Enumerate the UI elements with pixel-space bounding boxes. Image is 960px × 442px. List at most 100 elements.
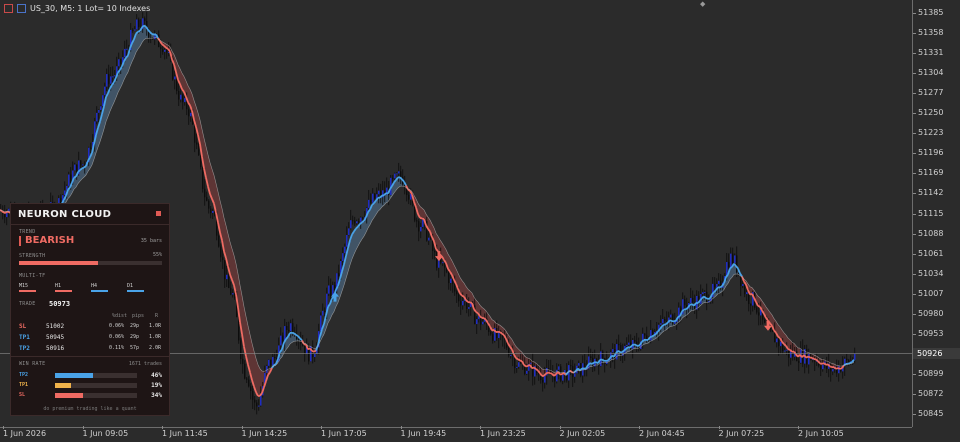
candle-body [64, 190, 66, 195]
candle-body [436, 252, 438, 267]
candle-body [370, 200, 372, 203]
cloud-line-segment [708, 298, 710, 299]
candle-body [228, 275, 230, 288]
candle-body [670, 315, 672, 318]
candle-body [272, 357, 274, 365]
candle-body [282, 336, 284, 343]
level-pips: 29p [130, 334, 139, 340]
trade-price: 50973 [49, 300, 70, 308]
cloud-line-segment [830, 366, 832, 367]
cloud-line-segment [520, 360, 522, 361]
win-rate-pct: 34% [151, 392, 162, 399]
time-axis[interactable]: 1 Jun 20261 Jun 09:051 Jun 11:451 Jun 14… [0, 427, 912, 442]
cloud-line-segment [462, 296, 464, 297]
time-tick: 2 Jun 10:05 [798, 429, 844, 438]
candle-body [120, 59, 122, 64]
cloud-line-segment [670, 320, 672, 321]
candle-body [222, 257, 224, 260]
candle-body [744, 284, 746, 294]
trades-count: 1671 trades [129, 361, 162, 367]
candle-body [416, 220, 418, 221]
current-price-label: 50926 [913, 348, 960, 359]
cloud-line-segment [476, 312, 478, 313]
candle-body [660, 323, 662, 325]
candle-body [704, 292, 706, 293]
candle-body [90, 148, 92, 149]
time-tick: 1 Jun 23:25 [480, 429, 526, 438]
level-price: 50945 [46, 334, 64, 341]
win-rate-pct: 19% [151, 382, 162, 389]
candle-body [210, 209, 212, 213]
candle-body [230, 288, 232, 295]
candle-body [702, 292, 704, 294]
cloud-line-segment [516, 358, 518, 359]
candle-body [96, 113, 98, 122]
candle-body [746, 292, 748, 294]
chart-icon[interactable] [4, 4, 13, 13]
timeframe-label: D1 [127, 283, 133, 289]
level-name: TP1 [19, 334, 30, 341]
candle-body [232, 293, 234, 294]
candle-body [662, 319, 664, 323]
time-tick: 1 Jun 19:45 [401, 429, 447, 438]
cloud-segment [258, 365, 260, 396]
candle-body [434, 251, 436, 252]
candle-body [626, 345, 628, 346]
candle-body [628, 343, 630, 345]
candle-body [368, 200, 370, 208]
col-header-dist: %dist [112, 313, 127, 319]
neuron-cloud-panel[interactable]: NEURON CLOUD TREND BEARISH 35 bars STREN… [10, 203, 170, 416]
candle-body [508, 348, 510, 356]
time-tick: 1 Jun 2026 [3, 429, 46, 438]
candle-body [644, 334, 646, 336]
time-tick: 1 Jun 09:05 [83, 429, 129, 438]
candle-body [108, 74, 110, 84]
candle-body [68, 175, 70, 186]
candle-body [154, 35, 156, 39]
cloud-line-segment [618, 351, 620, 352]
cloud-line-segment [840, 368, 842, 369]
candle-body [188, 109, 190, 116]
trend-bars: 35 bars [141, 238, 162, 244]
cloud-line-segment [778, 337, 780, 338]
level-r: 1.0R [149, 323, 161, 329]
trend-value: BEARISH [25, 235, 74, 246]
cloud-line-segment [84, 166, 86, 168]
candle-body [846, 359, 848, 360]
candle-body [342, 253, 344, 261]
candle-body [468, 307, 470, 309]
price-axis[interactable]: 5138551358513315130451277512505122351196… [912, 0, 960, 427]
candle-body [270, 360, 272, 366]
multi-tf-label: MULTI-TF [19, 273, 45, 279]
candle-body [226, 275, 228, 279]
candle-body [126, 49, 128, 50]
candle-body [162, 49, 164, 52]
candle-body [664, 319, 666, 321]
candle-body [714, 284, 716, 287]
candle-body [428, 238, 430, 241]
cloud-line-segment [314, 351, 316, 352]
level-dist: 0.06% [109, 334, 124, 340]
cloud-line-segment [526, 366, 528, 367]
candle-body [394, 174, 396, 179]
candle-body [206, 197, 208, 201]
candle-body [460, 301, 462, 305]
candle-body [756, 308, 758, 313]
cloud-line-segment [292, 333, 294, 334]
cloud-line-segment [784, 344, 786, 346]
trade-icon[interactable] [17, 4, 26, 13]
candle-body [442, 262, 444, 263]
candle-body [80, 160, 82, 165]
panel-close-icon[interactable] [156, 211, 161, 216]
timeframe-label: H4 [91, 283, 97, 289]
candle-body [558, 366, 560, 369]
level-price: 51002 [46, 323, 64, 330]
candle-body [544, 375, 546, 382]
chart-shift-marker-icon[interactable]: ◆ [700, 0, 705, 8]
candle-body [728, 262, 730, 267]
candle-body [526, 371, 528, 374]
candle-body [100, 106, 102, 110]
cloud-line-segment [362, 221, 364, 222]
cloud-line-segment [812, 358, 814, 359]
candle-body [104, 87, 106, 96]
